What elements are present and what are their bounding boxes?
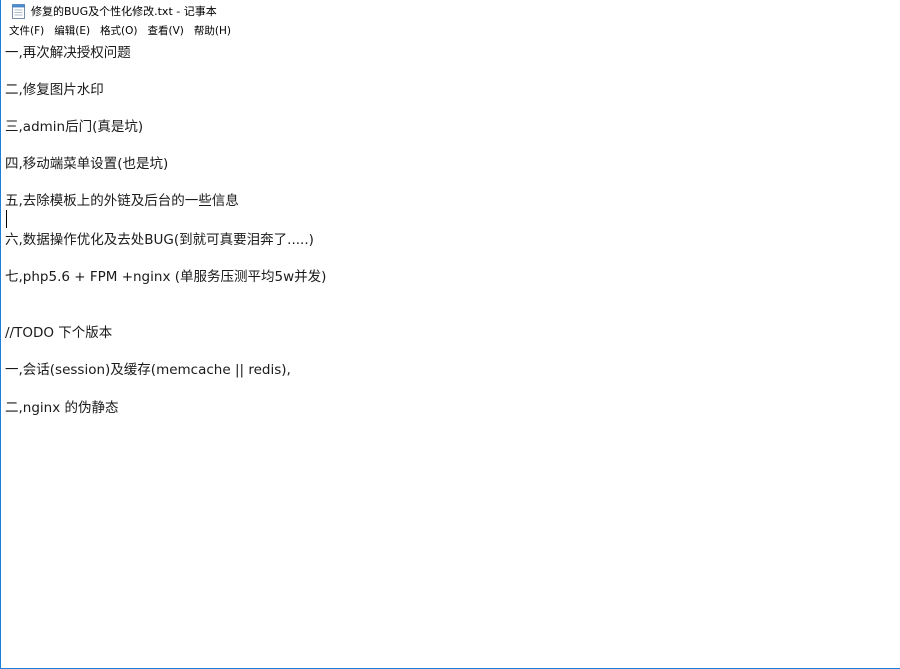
text-editor[interactable]: 一,再次解决授权问题 二,修复图片水印 三,admin后门(真是坑) 四,移动端… [1, 41, 900, 668]
notepad-window: 修复的BUG及个性化修改.txt - 记事本 文件(F) 编辑(E) 格式(O)… [0, 0, 900, 669]
window-title: 修复的BUG及个性化修改.txt - 记事本 [31, 5, 217, 18]
menu-help[interactable]: 帮助(H) [189, 22, 236, 41]
text-line: 四,移动端菜单设置(也是坑) [5, 156, 169, 172]
menu-bar: 文件(F) 编辑(E) 格式(O) 查看(V) 帮助(H) [1, 22, 900, 42]
text-caret [6, 210, 7, 228]
text-line: 五,去除模板上的外链及后台的一些信息 [5, 193, 239, 209]
text-line: 二,修复图片水印 [5, 82, 104, 98]
menu-view[interactable]: 查看(V) [143, 22, 189, 41]
text-line: 七,php5.6 + FPM +nginx (单服务压测平均5w并发) [5, 269, 327, 285]
menu-file[interactable]: 文件(F) [4, 22, 49, 41]
notepad-icon [11, 3, 25, 19]
title-bar[interactable]: 修复的BUG及个性化修改.txt - 记事本 [1, 0, 900, 22]
menu-edit[interactable]: 编辑(E) [49, 22, 95, 41]
text-line: //TODO 下个版本 [5, 325, 113, 341]
text-line: 二,nginx 的伪静态 [5, 400, 119, 416]
text-line: 六,数据操作优化及去处BUG(到就可真要泪奔了.....) [5, 232, 314, 248]
text-line: 一,会话(session)及缓存(memcache || redis), [5, 362, 291, 378]
menu-format[interactable]: 格式(O) [95, 22, 142, 41]
text-line: 三,admin后门(真是坑) [5, 119, 144, 135]
text-line: 一,再次解决授权问题 [5, 45, 131, 61]
